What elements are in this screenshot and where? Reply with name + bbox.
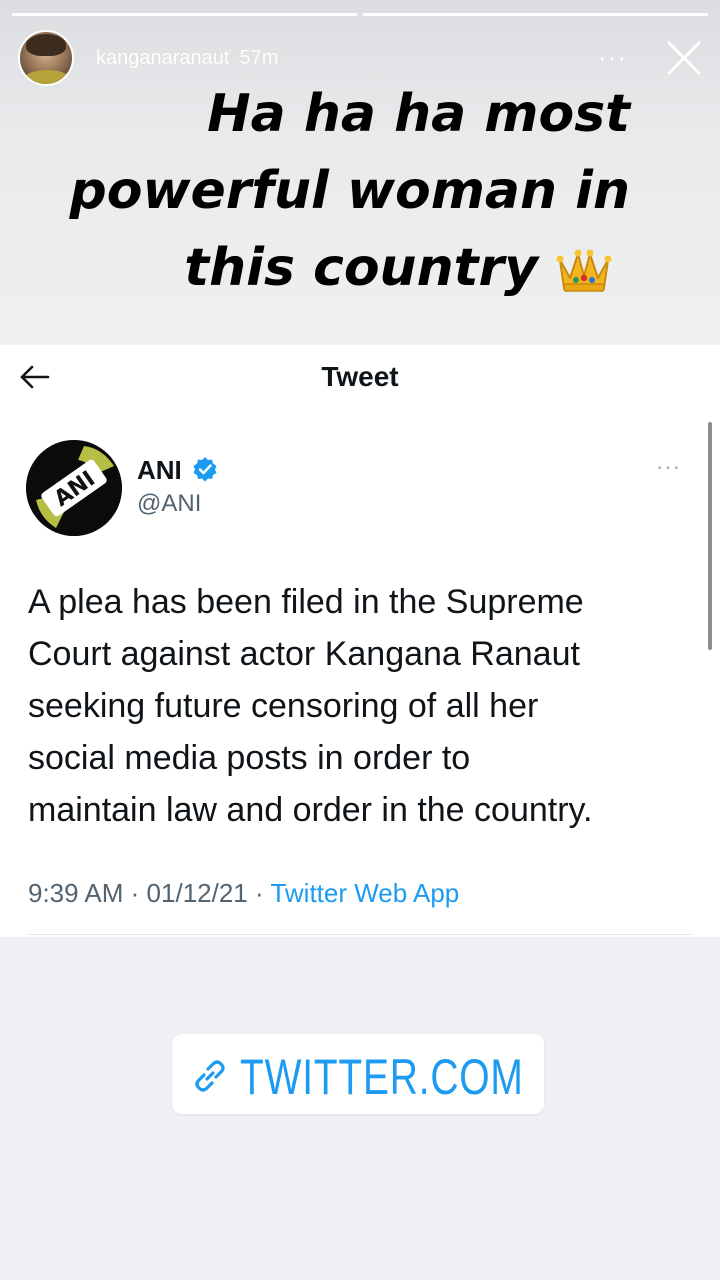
meta-separator: ·: [255, 878, 264, 908]
story-more-button[interactable]: ···: [598, 42, 627, 73]
story-caption-line: this country: [184, 238, 538, 298]
tweet-date: 01/12/21: [146, 878, 248, 908]
tweet-text-line: seeking future censoring of all her: [28, 687, 539, 725]
story-username[interactable]: kanganaranaut: [96, 47, 229, 69]
story-caption-line: Ha ha ha most: [207, 84, 630, 144]
ani-avatar[interactable]: ANI: [26, 440, 122, 536]
tweet-page-title: Tweet: [321, 361, 399, 392]
meta-separator: ·: [130, 878, 140, 908]
scrollbar[interactable]: [708, 422, 712, 650]
tweet-text-line: A plea has been filed in the Supreme: [28, 583, 584, 621]
tweet-more-button[interactable]: ···: [656, 454, 681, 480]
tweet-body: A plea has been filed in the Supreme Cou…: [28, 576, 698, 836]
ani-logo-icon: ANI: [26, 440, 122, 536]
tweet-author-handle[interactable]: @ANI: [137, 490, 201, 518]
story-time: 57m: [239, 47, 279, 69]
tweet-text-line: Court against actor Kangana Ranaut: [28, 635, 580, 673]
story-progress-segment: [363, 13, 708, 16]
link-icon: [195, 1060, 225, 1092]
story-progress-bar: [12, 13, 708, 16]
tweet-meta: 9:39 AM · 01/12/21 · Twitter Web App: [28, 878, 459, 909]
profile-avatar[interactable]: [18, 30, 74, 86]
close-icon[interactable]: [664, 38, 704, 78]
tweet-text-line: social media posts in order to: [28, 739, 471, 777]
tweet-author-name[interactable]: ANI: [137, 455, 182, 486]
verified-badge-icon: [193, 457, 217, 482]
tweet-source-link[interactable]: Twitter Web App: [270, 878, 459, 908]
story-caption-line: powerful woman in: [69, 161, 630, 221]
crown-icon: [556, 249, 612, 292]
divider: [28, 934, 692, 935]
story-user-info[interactable]: kanganaranaut 57m: [96, 47, 278, 70]
story-progress-segment: [12, 13, 357, 16]
link-sticker-label[interactable]: TWITTER.COM: [240, 1048, 524, 1106]
tweet-text-line: maintain law and order in the country.: [28, 791, 593, 829]
tweet-time: 9:39 AM: [28, 878, 124, 908]
